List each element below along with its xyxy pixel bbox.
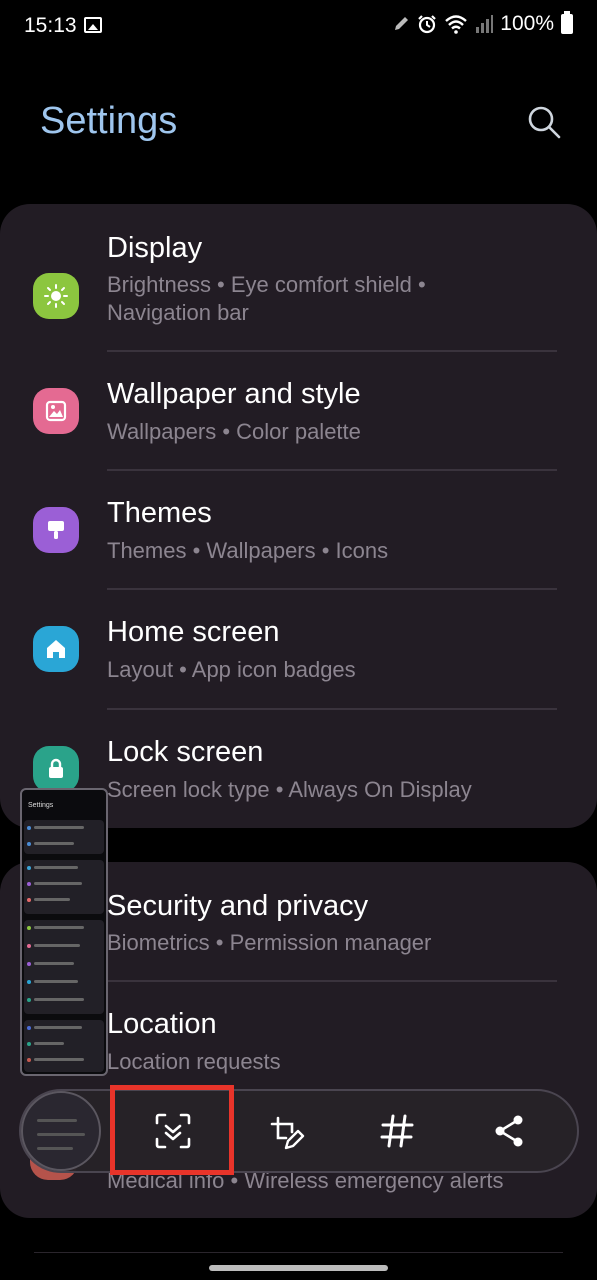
setting-title: Location	[107, 1008, 217, 1040]
setting-item-themes[interactable]: Themes Themes • Wallpapers • Icons	[0, 471, 597, 589]
signal-icon	[476, 15, 494, 33]
pen-icon	[395, 17, 409, 30]
search-icon	[528, 106, 561, 139]
crop-edit-icon	[270, 1116, 305, 1150]
highlight-box	[110, 1085, 234, 1175]
setting-subtitle: Navigation bar	[107, 300, 249, 325]
battery-text: 100%	[500, 12, 554, 35]
thumbnail-group	[24, 1020, 104, 1072]
setting-title: Themes	[107, 497, 212, 529]
setting-subtitle: Location requests	[107, 1049, 281, 1074]
themes-icon	[33, 507, 79, 553]
setting-subtitle: Screen lock type • Always On Display	[107, 777, 472, 802]
setting-title: Lock screen	[107, 736, 264, 768]
crop-edit-button[interactable]	[257, 1103, 313, 1159]
navigation-handle[interactable]	[209, 1265, 388, 1271]
status-bar: 15:13 100%	[0, 0, 597, 52]
share-button[interactable]	[481, 1103, 537, 1159]
status-icons: 100%	[392, 11, 573, 36]
thumbnail-group	[24, 860, 104, 914]
gallery-notification-icon	[84, 17, 102, 33]
divider	[34, 1252, 563, 1253]
settings-card-personalization: Display Brightness • Eye comfort shield …	[0, 204, 597, 828]
hashtag-icon	[380, 1114, 414, 1148]
setting-item-display[interactable]: Display Brightness • Eye comfort shield …	[0, 224, 597, 352]
setting-item-wallpaper[interactable]: Wallpaper and style Wallpapers • Color p…	[0, 352, 597, 470]
share-icon	[495, 1115, 523, 1147]
thumbnail-title: Settings	[28, 802, 54, 809]
screenshot-thumbnail[interactable]: Settings	[20, 788, 108, 1076]
lock-icon	[33, 746, 79, 792]
battery-icon	[561, 11, 573, 34]
toolbar-preview[interactable]	[21, 1091, 101, 1171]
display-icon	[33, 273, 79, 319]
setting-title: Display	[107, 232, 203, 264]
setting-subtitle: Brightness • Eye comfort shield •	[107, 272, 426, 297]
hashtag-button[interactable]	[369, 1103, 425, 1159]
setting-title: Security and privacy	[107, 890, 369, 922]
page-title: Settings	[40, 100, 178, 142]
setting-subtitle: Wallpapers • Color palette	[107, 419, 361, 444]
setting-item-home-screen[interactable]: Home screen Layout • App icon badges	[0, 590, 597, 708]
home-icon	[33, 626, 79, 672]
status-time: 15:13	[24, 14, 77, 37]
setting-title: Home screen	[107, 616, 280, 648]
wifi-icon	[445, 15, 468, 34]
thumbnail-group	[24, 820, 104, 854]
screenshot-toolbar	[19, 1089, 579, 1173]
setting-subtitle: Themes • Wallpapers • Icons	[107, 538, 389, 563]
setting-subtitle: Layout • App icon badges	[107, 657, 356, 682]
alarm-icon	[418, 15, 437, 34]
search-button[interactable]	[524, 102, 564, 142]
wallpaper-icon	[33, 388, 79, 434]
setting-subtitle: Biometrics • Permission manager	[107, 930, 432, 955]
thumbnail-group	[24, 920, 104, 1014]
setting-title: Wallpaper and style	[107, 378, 361, 410]
